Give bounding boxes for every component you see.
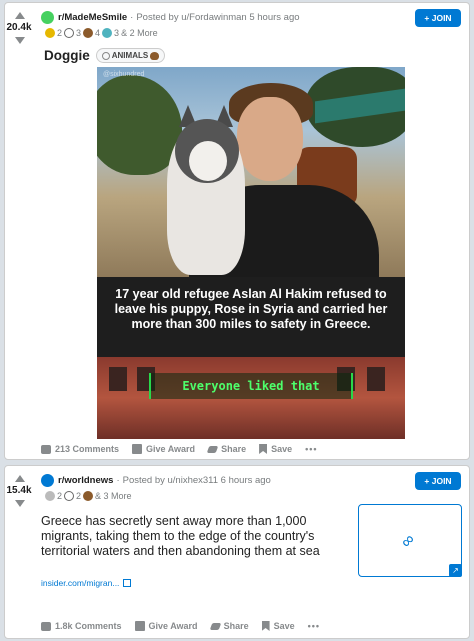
post-title[interactable]: Greece has secretly sent away more than … bbox=[41, 514, 351, 559]
posted-by: Posted by u/nixhex311 6 hours ago bbox=[122, 475, 271, 486]
flair-emoji-icon bbox=[101, 51, 110, 60]
award-count: 2 bbox=[57, 491, 63, 501]
chat-award-icon bbox=[64, 491, 75, 501]
post-actions: 213 Comments Give Award Share Save ••• bbox=[41, 444, 318, 454]
save-label: Save bbox=[271, 444, 293, 454]
image-overlay-text: Everyone liked that bbox=[149, 373, 353, 399]
chat-award-icon bbox=[64, 28, 75, 38]
upvote-icon[interactable] bbox=[15, 475, 25, 482]
give-award-button[interactable]: Give Award bbox=[134, 621, 198, 631]
post-actions: 1.8k Comments Give Award Share Save ••• bbox=[41, 621, 320, 631]
comment-icon bbox=[41, 444, 51, 454]
puppy-mask-shape bbox=[189, 141, 227, 181]
gold-award-icon bbox=[45, 28, 55, 38]
poop-award-icon bbox=[83, 28, 94, 38]
comments-label: 213 Comments bbox=[55, 444, 120, 454]
comment-icon bbox=[41, 621, 51, 631]
award-count: 4 bbox=[95, 28, 101, 38]
vote-count: 20.4k bbox=[6, 22, 32, 33]
share-button[interactable]: Share bbox=[209, 621, 249, 631]
image-watermark: @sixhundred bbox=[103, 71, 145, 78]
silver-award-icon bbox=[45, 491, 55, 501]
vote-column: 15.4k bbox=[5, 466, 35, 507]
flair-label: ANIMALS bbox=[111, 51, 149, 60]
comments-button[interactable]: 1.8k Comments bbox=[41, 621, 122, 631]
award-count: 3 bbox=[76, 28, 82, 38]
upvote-icon[interactable] bbox=[15, 12, 25, 19]
post-card[interactable]: 15.4k r/worldnews · Posted by u/nixhex31… bbox=[4, 465, 470, 639]
window-shape bbox=[367, 367, 385, 391]
save-button[interactable]: Save bbox=[259, 444, 292, 454]
post-title[interactable]: Doggie bbox=[44, 48, 90, 63]
image-caption: 17 year old refugee Aslan Al Hakim refus… bbox=[97, 277, 405, 357]
subreddit-avatar-icon[interactable] bbox=[41, 474, 54, 487]
save-button[interactable]: Save bbox=[261, 621, 295, 631]
poop-emoji-icon bbox=[150, 51, 160, 60]
post-meta: r/MadeMeSmile · Posted by u/Fordawinman … bbox=[41, 11, 300, 24]
bookmark-icon bbox=[261, 621, 270, 631]
share-button[interactable]: Share bbox=[206, 444, 247, 454]
awards-row[interactable]: 2 3 4 3 & 2 More bbox=[45, 28, 158, 38]
link-text: insider.com/migran... bbox=[41, 578, 120, 588]
downvote-icon[interactable] bbox=[15, 37, 25, 44]
post-meta: r/worldnews · Posted by u/nixhex311 6 ho… bbox=[41, 474, 271, 487]
bookmark-icon bbox=[259, 444, 268, 454]
share-label: Share bbox=[221, 444, 247, 454]
subreddit-avatar-icon[interactable] bbox=[41, 11, 54, 24]
join-button[interactable]: + JOIN bbox=[415, 9, 461, 27]
award-count: 2 bbox=[76, 491, 82, 501]
posted-by: Posted by u/Fordawinman 5 hours ago bbox=[136, 12, 300, 23]
awards-row[interactable]: 2 2 & 3 More bbox=[45, 491, 132, 501]
share-icon bbox=[209, 622, 221, 630]
post-flair[interactable]: ANIMALS bbox=[95, 48, 166, 63]
link-thumbnail[interactable]: ∞ ↗ bbox=[358, 504, 462, 577]
subreddit-link[interactable]: r/MadeMeSmile bbox=[58, 12, 127, 23]
give-award-label: Give Award bbox=[146, 444, 196, 454]
photo-scene: @sixhundred bbox=[97, 67, 405, 285]
window-shape bbox=[109, 367, 127, 391]
separator-dot: · bbox=[130, 12, 134, 23]
comments-label: 1.8k Comments bbox=[55, 621, 122, 631]
gift-icon bbox=[134, 621, 145, 631]
external-link-icon bbox=[123, 579, 132, 587]
give-award-label: Give Award bbox=[148, 621, 198, 631]
post-image[interactable]: @sixhundred 17 year old refugee Aslan Al… bbox=[97, 67, 405, 439]
more-options-button[interactable]: ••• bbox=[308, 621, 320, 631]
gift-icon bbox=[132, 444, 143, 454]
downvote-icon[interactable] bbox=[15, 500, 25, 507]
separator-dot: · bbox=[116, 475, 120, 486]
poop-award-icon bbox=[83, 491, 94, 501]
post-title-row: Doggie ANIMALS bbox=[44, 48, 166, 63]
vote-count: 15.4k bbox=[6, 485, 32, 496]
wholesome-award-icon bbox=[102, 28, 113, 38]
link-chain-icon: ∞ bbox=[396, 529, 419, 552]
join-button[interactable]: + JOIN bbox=[415, 472, 461, 490]
feed: 20.4k r/MadeMeSmile · Posted by u/Fordaw… bbox=[0, 0, 474, 641]
award-count: 2 bbox=[57, 28, 63, 38]
award-count: 3 bbox=[114, 28, 120, 38]
share-label: Share bbox=[223, 621, 249, 631]
awards-more: & 3 More bbox=[95, 491, 132, 501]
comments-button[interactable]: 213 Comments bbox=[41, 444, 119, 454]
subreddit-link[interactable]: r/worldnews bbox=[58, 475, 113, 486]
share-icon bbox=[206, 445, 219, 453]
vote-column: 20.4k bbox=[5, 3, 35, 44]
face-shape bbox=[237, 97, 303, 181]
open-external-icon: ↗ bbox=[449, 564, 462, 577]
post-card[interactable]: 20.4k r/MadeMeSmile · Posted by u/Fordaw… bbox=[4, 2, 470, 460]
external-link[interactable]: insider.com/migran... bbox=[41, 578, 132, 588]
save-label: Save bbox=[273, 621, 295, 631]
awards-more: & 2 More bbox=[121, 28, 158, 38]
give-award-button[interactable]: Give Award bbox=[132, 444, 195, 454]
more-options-button[interactable]: ••• bbox=[305, 444, 317, 454]
